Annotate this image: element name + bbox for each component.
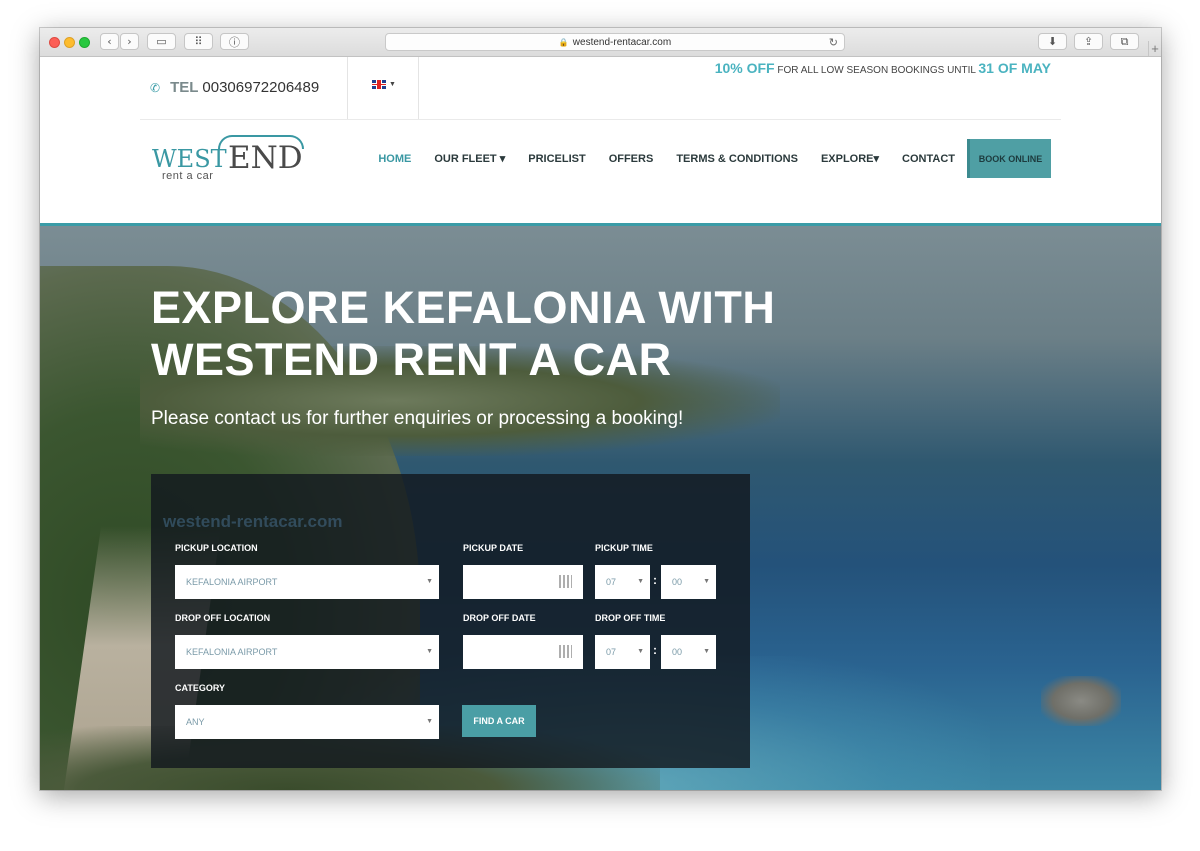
book-online-button[interactable]: BOOK ONLINE: [967, 139, 1051, 178]
logo-subtitle: rent a car: [162, 170, 214, 182]
close-window-button[interactable]: [49, 37, 60, 48]
hero-bg-rocks: [1041, 676, 1121, 726]
promo-date: 31 OF MAY: [978, 60, 1051, 76]
time-separator: :: [653, 643, 657, 657]
dropoff-minute-select[interactable]: 00 ▼: [661, 635, 716, 669]
caret-down-icon: ▼: [426, 648, 433, 655]
westend-logo[interactable]: WEST END rent a car: [150, 135, 310, 185]
phone-contact[interactable]: ✆ TEL 00306972206489: [150, 79, 319, 96]
address-bar[interactable]: 🔒 westend-rentacar.com ↻: [385, 33, 845, 51]
grid-icon[interactable]: ⠿: [184, 33, 213, 50]
phone-icon: ✆: [150, 80, 161, 95]
pickup-minute-select[interactable]: 00 ▼: [661, 565, 716, 599]
reload-icon[interactable]: ↻: [829, 36, 838, 49]
dropoff-location-label: DROP OFF LOCATION: [175, 613, 271, 623]
dropoff-date-label: DROP OFF DATE: [463, 613, 536, 623]
pickup-hour-value: 07: [606, 577, 617, 587]
caret-down-icon: ▼: [426, 718, 433, 725]
dropoff-minute-value: 00: [672, 647, 683, 657]
dropoff-location-value: KEFALONIA AIRPORT: [186, 647, 278, 657]
forward-icon[interactable]: ›: [120, 33, 139, 50]
tel-number: 00306972206489: [202, 79, 320, 96]
pickup-date-label: PICKUP DATE: [463, 543, 524, 553]
nav-pricelist[interactable]: PRICELIST: [528, 153, 585, 165]
hero-section: EXPLORE KEFALONIA WITH WESTEND RENT A CA…: [40, 226, 1161, 790]
browser-window: ‹ › ▭ ⠿ ⓘ 🔒 westend-rentacar.com ↻ ⬇ ⇪ ⧉…: [40, 28, 1161, 790]
caret-down-icon: ▼: [703, 648, 710, 655]
nav-terms[interactable]: TERMS & CONDITIONS: [676, 153, 798, 165]
lock-icon: 🔒: [558, 37, 569, 47]
nav-explore[interactable]: EXPLORE▾: [821, 152, 879, 165]
find-a-car-button[interactable]: FIND A CAR: [462, 705, 536, 737]
back-icon[interactable]: ‹: [100, 33, 119, 50]
share-icon[interactable]: ⇪: [1074, 33, 1103, 50]
nav-our-fleet[interactable]: OUR FLEET ▾: [434, 152, 505, 165]
main-header: WEST END rent a car HOME OUR FLEET ▾ PRI…: [40, 119, 1161, 223]
watermark: westend-rentacar.com: [163, 512, 343, 531]
dropoff-time-label: DROP OFF TIME: [595, 613, 666, 623]
hero-title: EXPLORE KEFALONIA WITH WESTEND RENT A CA…: [151, 282, 851, 386]
booking-form: westend-rentacar.com PICKUP LOCATION KEF…: [151, 474, 750, 768]
sidebar-icon[interactable]: ▭: [147, 33, 176, 50]
logo-end: END: [228, 140, 303, 176]
language-selector[interactable]: ▼: [372, 80, 396, 89]
caret-down-icon: ▼: [703, 578, 710, 585]
divider: [418, 57, 419, 119]
web-page: ✆ TEL 00306972206489 ▼ 10% OFF FOR ALL L…: [40, 57, 1161, 790]
uk-flag-icon: [372, 80, 386, 89]
pickup-location-value: KEFALONIA AIRPORT: [186, 577, 278, 587]
pickup-location-label: PICKUP LOCATION: [175, 543, 258, 553]
divider: [140, 119, 1061, 120]
minimize-window-button[interactable]: [64, 37, 75, 48]
caret-down-icon: ▼: [389, 81, 396, 88]
divider: [347, 57, 348, 119]
caret-down-icon: ▼: [426, 578, 433, 585]
logo-west: WEST: [152, 145, 227, 173]
tabs-icon[interactable]: ⧉: [1110, 33, 1139, 50]
promo-percent: 10% OFF: [714, 60, 775, 76]
pickup-hour-select[interactable]: 07 ▼: [595, 565, 650, 599]
dropoff-location-select[interactable]: KEFALONIA AIRPORT ▼: [175, 635, 439, 669]
category-select[interactable]: ANY ▼: [175, 705, 439, 739]
hero-title-line2: WESTEND RENT A CAR: [151, 334, 672, 385]
time-separator: :: [653, 573, 657, 587]
promo-banner: 10% OFF FOR ALL LOW SEASON BOOKINGS UNTI…: [715, 60, 1051, 76]
download-icon[interactable]: ⬇: [1038, 33, 1067, 50]
category-value: ANY: [186, 717, 205, 727]
dropoff-hour-value: 07: [606, 647, 617, 657]
zoom-window-button[interactable]: [79, 37, 90, 48]
nav-offers[interactable]: OFFERS: [609, 153, 654, 165]
url-text: westend-rentacar.com: [572, 36, 672, 48]
top-bar: ✆ TEL 00306972206489 ▼ 10% OFF FOR ALL L…: [40, 57, 1161, 119]
browser-toolbar: ‹ › ▭ ⠿ ⓘ 🔒 westend-rentacar.com ↻ ⬇ ⇪ ⧉…: [40, 28, 1161, 57]
main-nav: HOME OUR FLEET ▾ PRICELIST OFFERS TERMS …: [355, 139, 1051, 178]
info-icon[interactable]: ⓘ: [220, 33, 249, 50]
hero-title-line1: EXPLORE KEFALONIA WITH: [151, 282, 776, 333]
caret-down-icon: ▼: [637, 578, 644, 585]
new-tab-icon[interactable]: +: [1148, 41, 1161, 56]
calendar-icon: [559, 575, 572, 588]
calendar-icon: [559, 645, 572, 658]
dropoff-hour-select[interactable]: 07 ▼: [595, 635, 650, 669]
category-label: CATEGORY: [175, 683, 226, 693]
pickup-location-select[interactable]: KEFALONIA AIRPORT ▼: [175, 565, 439, 599]
hero-subtitle: Please contact us for further enquiries …: [151, 408, 684, 429]
tel-label: TEL: [170, 79, 199, 96]
dropoff-date-input[interactable]: [463, 635, 583, 669]
nav-contact[interactable]: CONTACT: [902, 153, 955, 165]
promo-text: FOR ALL LOW SEASON BOOKINGS UNTIL: [777, 65, 976, 76]
nav-home[interactable]: HOME: [378, 153, 411, 165]
pickup-minute-value: 00: [672, 577, 683, 587]
caret-down-icon: ▼: [637, 648, 644, 655]
pickup-date-input[interactable]: [463, 565, 583, 599]
pickup-time-label: PICKUP TIME: [595, 543, 653, 553]
